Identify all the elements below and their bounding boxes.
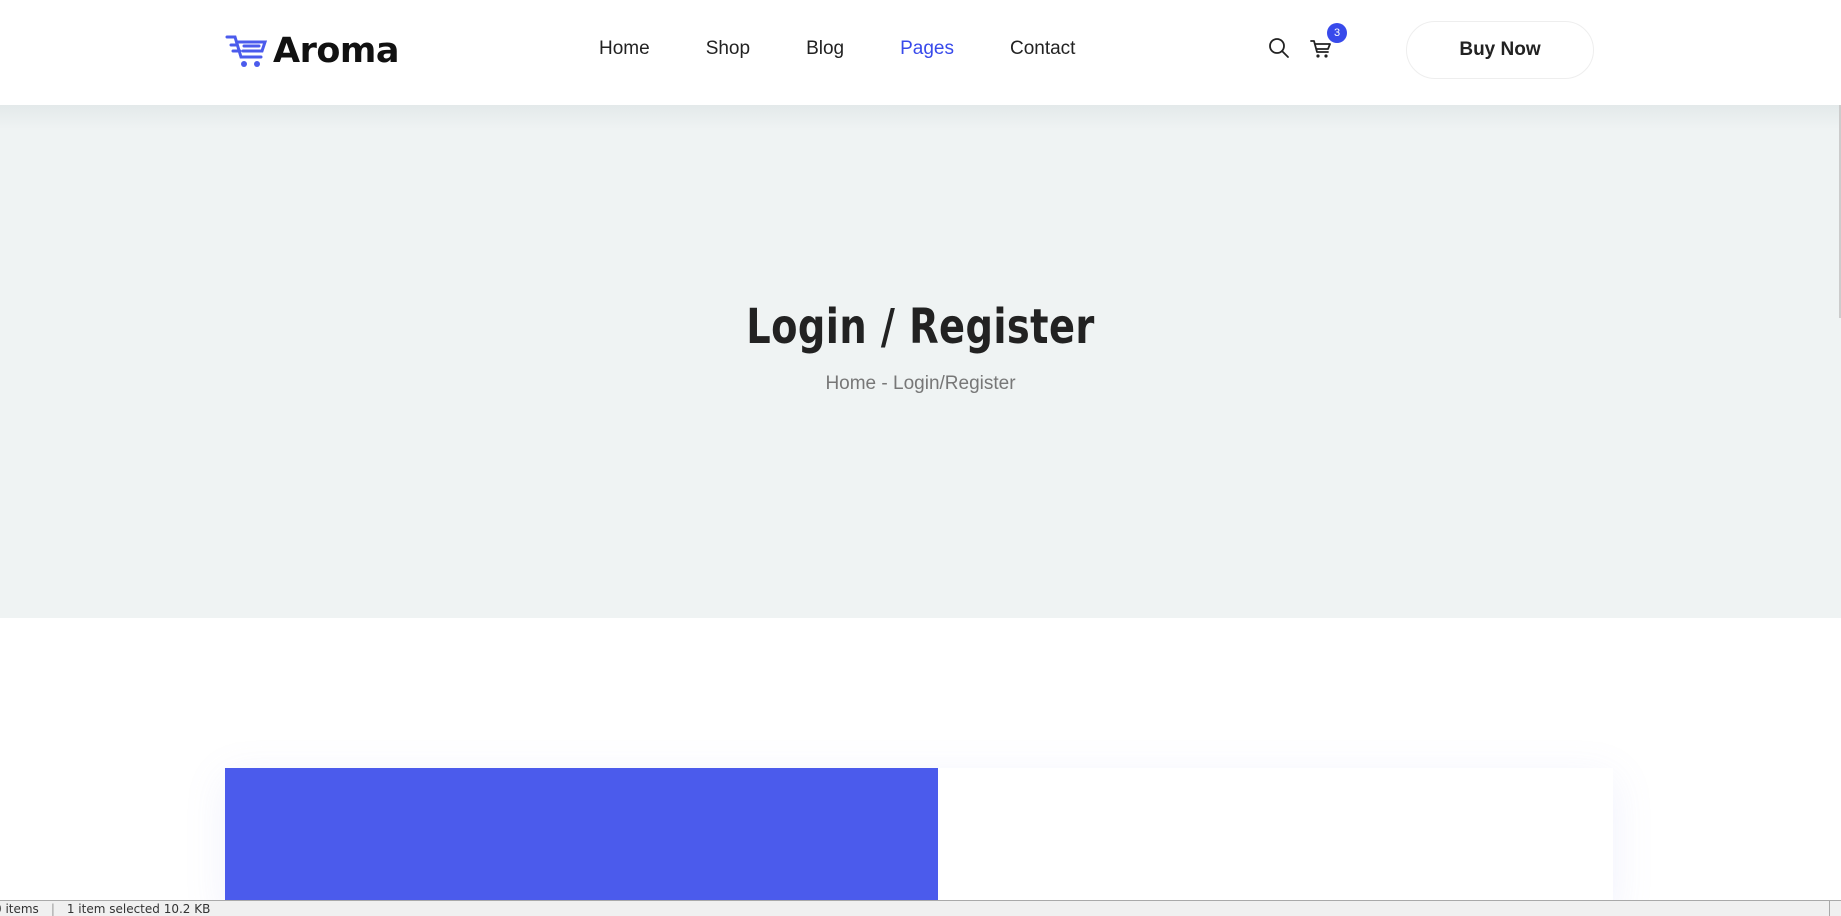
breadcrumb-current: Login/Register [893,373,1016,394]
login-promo-panel [225,768,938,908]
breadcrumb-home-link[interactable]: Home [825,373,876,394]
logo[interactable]: Aroma [225,30,399,72]
nav-item-blog[interactable]: Blog [806,36,844,62]
status-corner [1829,901,1841,916]
breadcrumb: Home - Login/Register [0,373,1841,395]
cart-count-badge: 3 [1327,23,1347,43]
login-form-panel [938,768,1613,908]
header-shadow [0,105,1841,129]
page-title: Login / Register [746,299,1095,355]
buy-now-button[interactable]: Buy Now [1406,21,1594,79]
nav-item-shop[interactable]: Shop [706,36,750,62]
status-selection: 1 item selected 10.2 KB [66,901,211,916]
status-divider: | [50,901,55,916]
status-bar: 0 items | 1 item selected 10.2 KB [0,900,1841,916]
cart-logo-icon [225,35,268,67]
breadcrumb-separator: - [881,373,888,394]
status-item-count: 0 items [0,901,39,916]
logo-text: Aroma [273,31,399,71]
nav-item-pages[interactable]: Pages [900,36,954,62]
main-nav: Home Shop Blog Pages Contact [599,36,1131,62]
page-banner: Login / Register Home - Login/Register [0,105,1841,618]
nav-item-contact[interactable]: Contact [1010,36,1075,62]
login-register-card [225,768,1613,908]
search-icon[interactable] [1267,36,1291,60]
nav-item-home[interactable]: Home [599,36,650,62]
page: Aroma Home Shop Blog Pages Contact 3 Buy… [0,0,1841,916]
site-header: Aroma Home Shop Blog Pages Contact 3 Buy… [0,0,1841,105]
